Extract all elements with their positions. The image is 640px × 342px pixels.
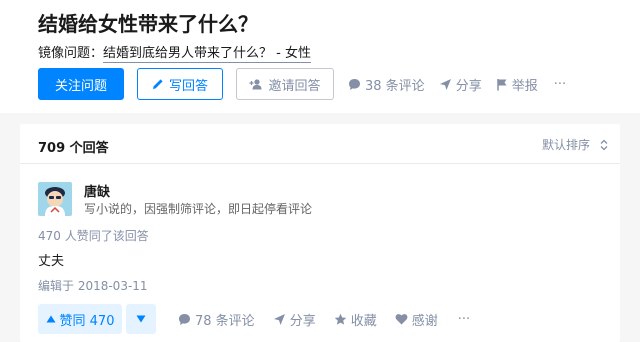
answer-count: 709 个回答 — [38, 141, 109, 156]
vote-count-text: 470 人赞同了该回答 — [38, 229, 149, 243]
answers-card: 709 个回答 默认排序 唐缺 写小说的，因强制筛评论，即日起停看评论 470 … — [20, 124, 620, 342]
downvote-icon — [136, 315, 146, 323]
edited-date[interactable]: 编辑于 2018-03-11 — [38, 277, 148, 294]
invite-answer-button[interactable]: 邀请回答 — [236, 68, 334, 100]
star-icon — [334, 313, 346, 325]
sort-dropdown[interactable]: 默认排序 — [542, 136, 608, 153]
question-comments-label: 38 条评论 — [365, 78, 425, 94]
thanks-label: 感谢 — [411, 313, 438, 329]
write-answer-button[interactable]: 写回答 — [137, 68, 223, 100]
invite-answer-label: 邀请回答 — [268, 78, 321, 94]
author-name[interactable]: 唐缺 — [84, 181, 110, 200]
share-icon — [439, 78, 451, 90]
write-answer-label: 写回答 — [168, 78, 208, 94]
collect-label: 收藏 — [350, 313, 377, 329]
question-header: 结婚给女性带来了什么？ 镜像问题：结婚到底给男人带来了什么？ - 女性 关注问题… — [0, 0, 640, 113]
downvote-button[interactable] — [126, 304, 156, 334]
answer-more-button[interactable]: ··· — [458, 312, 470, 327]
comment-icon — [179, 313, 190, 325]
question-share-button[interactable]: 分享 — [439, 75, 482, 94]
sort-icon — [600, 139, 608, 150]
author-bio: 写小说的，因强制筛评论，即日起停看评论 — [84, 202, 313, 216]
mirror-prefix: 镜像问题： — [38, 46, 104, 61]
upvote-label: 赞同 470 — [59, 313, 115, 329]
question-more-button[interactable]: ··· — [554, 77, 566, 92]
question-share-label: 分享 — [455, 78, 482, 94]
answer-share-button[interactable]: 分享 — [273, 310, 316, 329]
pencil-icon — [152, 79, 163, 89]
flag-icon — [496, 78, 507, 90]
collect-button[interactable]: 收藏 — [334, 310, 377, 329]
question-title: 结婚给女性带来了什么？ — [38, 12, 258, 36]
answer-content: 丈夫 — [38, 254, 65, 269]
report-button[interactable]: 举报 — [496, 75, 538, 94]
follow-question-button[interactable]: 关注问题 — [38, 68, 124, 100]
mirror-question-link[interactable]: 结婚到底给男人带来了什么？ - 女性 — [103, 46, 311, 63]
answers-header: 709 个回答 默认排序 — [20, 124, 620, 164]
answer-comments-label: 78 条评论 — [195, 313, 255, 329]
sort-label: 默认排序 — [541, 138, 590, 152]
author-avatar[interactable] — [38, 182, 72, 216]
mirror-question: 镜像问题：结婚到底给男人带来了什么？ - 女性 — [38, 42, 311, 63]
answer-action-bar: 赞同 470 78 条评论 分享 收藏 感谢 ··· — [38, 304, 470, 334]
thanks-button[interactable]: 感谢 — [395, 310, 438, 329]
upvote-icon — [46, 315, 56, 323]
comment-icon — [349, 78, 360, 90]
heart-icon — [395, 314, 408, 325]
upvote-button[interactable]: 赞同 470 — [38, 304, 122, 334]
report-label: 举报 — [511, 78, 538, 94]
question-actions: 关注问题 写回答 邀请回答 38 条评论 分享 举报 ··· — [38, 68, 566, 100]
invite-icon — [249, 79, 262, 90]
share-icon — [273, 313, 285, 325]
answer-share-label: 分享 — [289, 313, 316, 329]
question-comments-button[interactable]: 38 条评论 — [348, 75, 425, 94]
answer-comments-button[interactable]: 78 条评论 — [178, 310, 255, 329]
